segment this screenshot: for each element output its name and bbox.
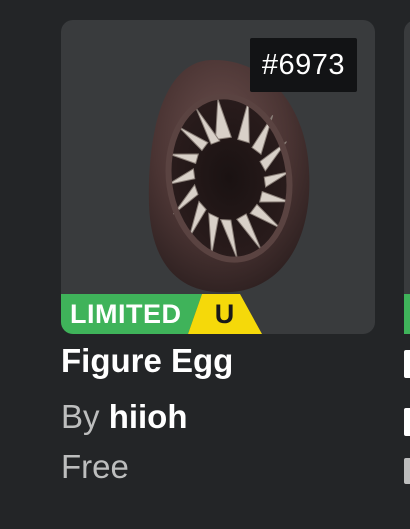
next-item-price — [404, 458, 410, 484]
item-card[interactable]: #6973 LIMITED U Figure Egg By hiioh Free — [61, 20, 375, 490]
item-thumbnail[interactable]: #6973 LIMITED U — [61, 20, 375, 334]
next-item-limited-badge — [404, 294, 410, 334]
unique-label: U — [214, 299, 235, 329]
creator-prefix: By — [61, 398, 100, 435]
creator-line: By hiioh — [61, 396, 188, 438]
next-item-thumbnail[interactable] — [404, 20, 410, 334]
serial-number-badge: #6973 — [249, 38, 357, 92]
item-price: Free — [61, 448, 129, 485]
unique-badge: U — [187, 294, 262, 334]
limited-unique-badge: LIMITED U — [61, 294, 262, 334]
limited-label: LIMITED — [61, 294, 188, 334]
item-name[interactable]: Figure Egg — [61, 340, 233, 382]
creator-link[interactable]: hiioh — [109, 398, 188, 435]
catalog-page: #6973 LIMITED U Figure Egg By hiioh Free — [0, 0, 410, 529]
next-item-card[interactable] — [404, 20, 410, 490]
next-item-creator[interactable] — [404, 408, 410, 436]
next-item-name[interactable] — [404, 350, 410, 378]
